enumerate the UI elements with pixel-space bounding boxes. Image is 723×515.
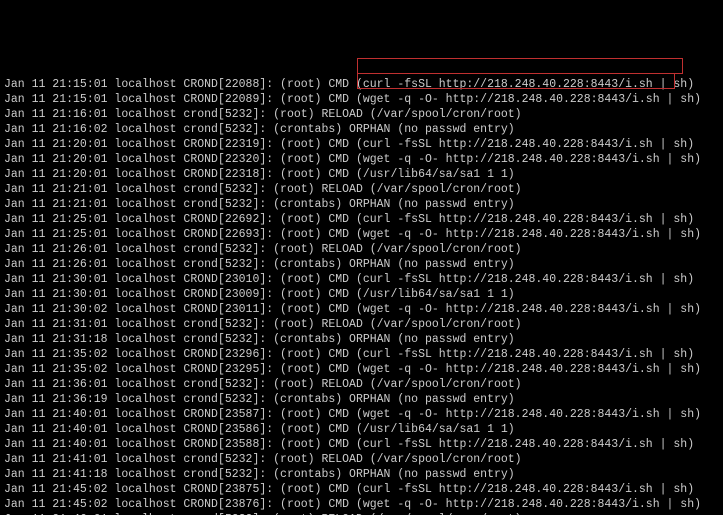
log-line: Jan 11 21:20:01 localhost CROND[22318]: … bbox=[4, 167, 719, 182]
log-line: Jan 11 21:25:01 localhost CROND[22692]: … bbox=[4, 212, 719, 227]
log-line: Jan 11 21:21:01 localhost crond[5232]: (… bbox=[4, 197, 719, 212]
log-line: Jan 11 21:16:02 localhost crond[5232]: (… bbox=[4, 122, 719, 137]
log-line: Jan 11 21:35:02 localhost CROND[23296]: … bbox=[4, 347, 719, 362]
log-line: Jan 11 21:35:02 localhost CROND[23295]: … bbox=[4, 362, 719, 377]
log-line: Jan 11 21:30:02 localhost CROND[23011]: … bbox=[4, 302, 719, 317]
log-line: Jan 11 21:16:01 localhost crond[5232]: (… bbox=[4, 107, 719, 122]
log-line: Jan 11 21:36:01 localhost crond[5232]: (… bbox=[4, 377, 719, 392]
log-line: Jan 11 21:40:01 localhost CROND[23587]: … bbox=[4, 407, 719, 422]
log-line: Jan 11 21:21:01 localhost crond[5232]: (… bbox=[4, 182, 719, 197]
log-line: Jan 11 21:46:01 localhost crond[5232]: (… bbox=[4, 512, 719, 515]
log-line: Jan 11 21:45:02 localhost CROND[23875]: … bbox=[4, 482, 719, 497]
terminal-log: Jan 11 21:15:01 localhost CROND[22088]: … bbox=[0, 75, 723, 515]
log-line: Jan 11 21:26:01 localhost crond[5232]: (… bbox=[4, 242, 719, 257]
log-line: Jan 11 21:41:18 localhost crond[5232]: (… bbox=[4, 467, 719, 482]
log-line: Jan 11 21:26:01 localhost crond[5232]: (… bbox=[4, 257, 719, 272]
log-line: Jan 11 21:15:01 localhost CROND[22088]: … bbox=[4, 77, 719, 92]
log-line: Jan 11 21:20:01 localhost CROND[22319]: … bbox=[4, 137, 719, 152]
log-line: Jan 11 21:36:19 localhost crond[5232]: (… bbox=[4, 392, 719, 407]
log-line: Jan 11 21:30:01 localhost CROND[23009]: … bbox=[4, 287, 719, 302]
log-line: Jan 11 21:31:01 localhost crond[5232]: (… bbox=[4, 317, 719, 332]
log-line: Jan 11 21:30:01 localhost CROND[23010]: … bbox=[4, 272, 719, 287]
log-line: Jan 11 21:41:01 localhost crond[5232]: (… bbox=[4, 452, 719, 467]
log-line: Jan 11 21:45:02 localhost CROND[23876]: … bbox=[4, 497, 719, 512]
log-line: Jan 11 21:31:18 localhost crond[5232]: (… bbox=[4, 332, 719, 347]
log-line: Jan 11 21:15:01 localhost CROND[22089]: … bbox=[4, 92, 719, 107]
log-line: Jan 11 21:40:01 localhost CROND[23586]: … bbox=[4, 422, 719, 437]
log-line: Jan 11 21:25:01 localhost CROND[22693]: … bbox=[4, 227, 719, 242]
highlight-box bbox=[357, 58, 683, 74]
log-line: Jan 11 21:20:01 localhost CROND[22320]: … bbox=[4, 152, 719, 167]
log-line: Jan 11 21:40:01 localhost CROND[23588]: … bbox=[4, 437, 719, 452]
